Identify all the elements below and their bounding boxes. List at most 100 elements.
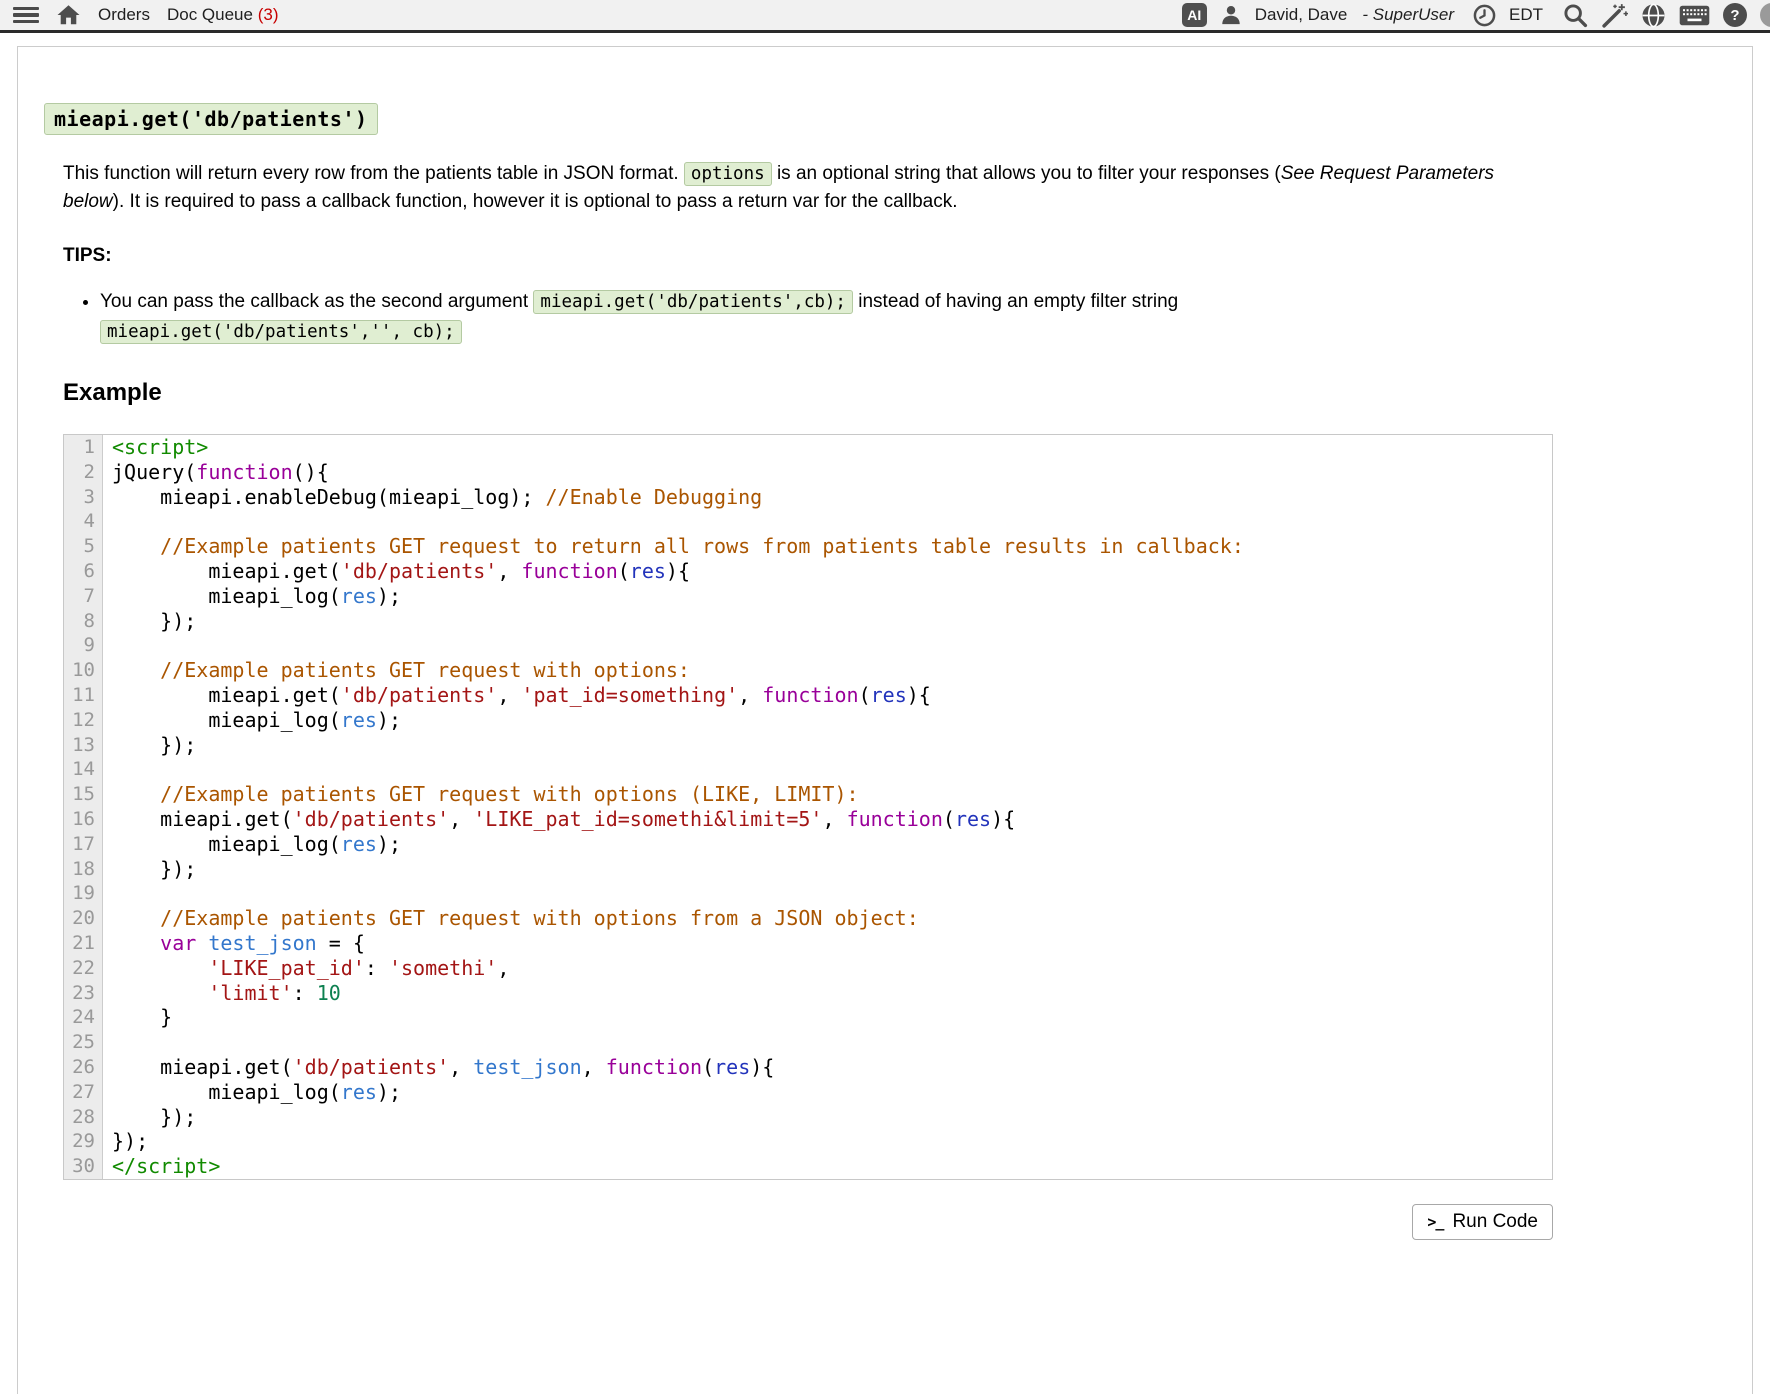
- code-line: 14: [64, 757, 1552, 782]
- code-line-text: [103, 509, 112, 534]
- code-line: 24 }: [64, 1005, 1552, 1030]
- example-heading: Example: [63, 379, 1752, 407]
- nav-doc-queue[interactable]: Doc Queue (3): [167, 5, 279, 25]
- code-line-text: //Example patients GET request with opti…: [103, 782, 859, 807]
- inline-code-options: options: [684, 162, 772, 186]
- line-number: 20: [64, 906, 103, 931]
- topbar-right: AI David, Dave - SuperUser EDT ?: [1182, 2, 1770, 29]
- line-number: 11: [64, 683, 103, 708]
- user-icon: [1220, 4, 1242, 26]
- page-title: mieapi.get('db/patients'): [44, 103, 378, 135]
- code-line: 12 mieapi_log(res);: [64, 708, 1552, 733]
- tips-heading: TIPS:: [63, 245, 1752, 267]
- code-line: 9: [64, 633, 1552, 658]
- line-number: 6: [64, 559, 103, 584]
- line-number: 21: [64, 931, 103, 956]
- line-number: 22: [64, 956, 103, 981]
- intro-text-1: This function will return every row from…: [63, 163, 684, 184]
- line-number: 12: [64, 708, 103, 733]
- code-line: 7 mieapi_log(res);: [64, 584, 1552, 609]
- code-line-text: [103, 881, 112, 906]
- line-number: 1: [64, 435, 103, 460]
- code-line-text: [103, 633, 112, 658]
- code-line-text: });: [103, 857, 196, 882]
- code-line: 25: [64, 1030, 1552, 1055]
- code-line-text: var test_json = {: [103, 931, 365, 956]
- line-number: 8: [64, 609, 103, 634]
- doc-queue-label: Doc Queue: [167, 5, 253, 24]
- code-line: 27 mieapi_log(res);: [64, 1080, 1552, 1105]
- hamburger-menu-icon[interactable]: [13, 7, 39, 24]
- code-lines: 1<script>2jQuery(function(){3 mieapi.ena…: [64, 435, 1552, 1179]
- code-line: 11 mieapi.get('db/patients', 'pat_id=som…: [64, 683, 1552, 708]
- inline-code-callback-second-arg: mieapi.get('db/patients',cb);: [533, 290, 853, 314]
- magic-wand-icon[interactable]: [1601, 2, 1628, 29]
- doc-queue-count-badge: (3): [258, 5, 279, 24]
- code-line-text: mieapi_log(res);: [103, 832, 401, 857]
- code-line-text: <script>: [103, 435, 208, 460]
- code-line: 28 });: [64, 1105, 1552, 1130]
- code-line-text: 'LIKE_pat_id': 'somethi',: [103, 956, 509, 981]
- tip-item: You can pass the callback as the second …: [100, 287, 1513, 347]
- line-number: 3: [64, 485, 103, 510]
- code-line-text: mieapi_log(res);: [103, 1080, 401, 1105]
- line-number: 26: [64, 1055, 103, 1080]
- tip-text-1: You can pass the callback as the second …: [100, 291, 533, 312]
- code-line: 29});: [64, 1129, 1552, 1154]
- help-icon[interactable]: ?: [1723, 3, 1747, 27]
- home-icon[interactable]: [56, 3, 81, 27]
- code-example-block: 1<script>2jQuery(function(){3 mieapi.ena…: [63, 434, 1553, 1180]
- code-line: 23 'limit': 10: [64, 981, 1552, 1006]
- line-number: 28: [64, 1105, 103, 1130]
- code-line-text: mieapi.get('db/patients', 'pat_id=someth…: [103, 683, 931, 708]
- line-number: 13: [64, 733, 103, 758]
- line-number: 2: [64, 460, 103, 485]
- user-role: - SuperUser: [1362, 5, 1454, 25]
- code-line-text: mieapi.get('db/patients', test_json, fun…: [103, 1055, 774, 1080]
- tips-list: You can pass the callback as the second …: [63, 287, 1513, 347]
- code-line: 26 mieapi.get('db/patients', test_json, …: [64, 1055, 1552, 1080]
- line-number: 17: [64, 832, 103, 857]
- topbar: Orders Doc Queue (3) AI David, Dave - Su…: [0, 0, 1770, 33]
- code-line: 18 });: [64, 857, 1552, 882]
- line-number: 25: [64, 1030, 103, 1055]
- intro-text-3: ). It is required to pass a callback fun…: [113, 191, 958, 212]
- run-code-label: Run Code: [1452, 1211, 1538, 1233]
- line-number: 4: [64, 509, 103, 534]
- code-line: 1<script>: [64, 435, 1552, 460]
- topbar-left: Orders Doc Queue (3): [0, 3, 278, 27]
- code-line-text: </script>: [103, 1154, 220, 1179]
- clock-icon: [1473, 4, 1496, 27]
- code-line: 15 //Example patients GET request with o…: [64, 782, 1552, 807]
- ai-badge[interactable]: AI: [1182, 3, 1207, 27]
- search-icon[interactable]: [1562, 2, 1588, 28]
- code-line-text: [103, 757, 112, 782]
- keyboard-icon[interactable]: [1679, 5, 1710, 26]
- intro-text-2: is an optional string that allows you to…: [772, 163, 1281, 184]
- line-number: 19: [64, 881, 103, 906]
- code-line-text: });: [103, 609, 196, 634]
- line-number: 24: [64, 1005, 103, 1030]
- code-line-text: //Example patients GET request with opti…: [103, 658, 690, 683]
- line-number: 18: [64, 857, 103, 882]
- globe-icon[interactable]: [1641, 3, 1666, 28]
- line-number: 14: [64, 757, 103, 782]
- code-line-text: mieapi.get('db/patients', 'LIKE_pat_id=s…: [103, 807, 1015, 832]
- partial-edge-icon: [1760, 3, 1770, 27]
- nav-orders[interactable]: Orders: [98, 5, 150, 25]
- code-line: 13 });: [64, 733, 1552, 758]
- line-number: 16: [64, 807, 103, 832]
- code-line: 16 mieapi.get('db/patients', 'LIKE_pat_i…: [64, 807, 1552, 832]
- line-number: 7: [64, 584, 103, 609]
- code-line: 17 mieapi_log(res);: [64, 832, 1552, 857]
- code-line: 21 var test_json = {: [64, 931, 1552, 956]
- code-line: 22 'LIKE_pat_id': 'somethi',: [64, 956, 1552, 981]
- code-line: 30</script>: [64, 1154, 1552, 1179]
- code-line-text: }: [103, 1005, 172, 1030]
- tip-text-2: instead of having an empty filter string: [853, 291, 1178, 312]
- code-line: 10 //Example patients GET request with o…: [64, 658, 1552, 683]
- run-code-button[interactable]: >_Run Code: [1412, 1204, 1553, 1240]
- code-line-text: mieapi_log(res);: [103, 708, 401, 733]
- content-frame: mieapi.get('db/patients') This function …: [17, 46, 1753, 1394]
- code-line: 19: [64, 881, 1552, 906]
